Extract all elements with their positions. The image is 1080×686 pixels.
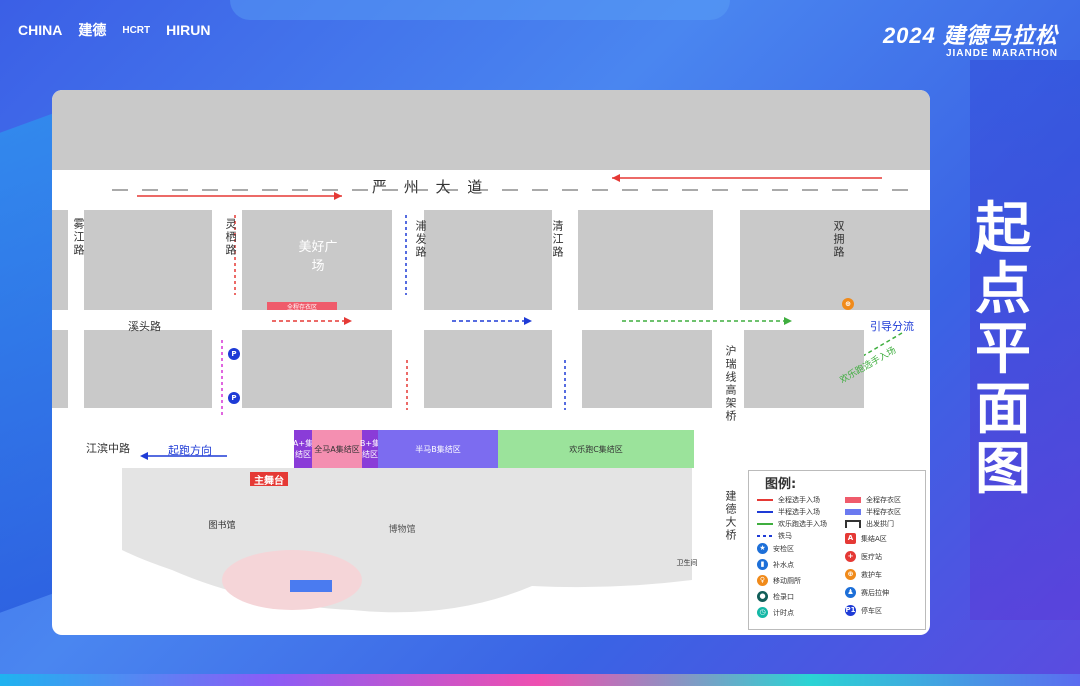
ambulance-legend-icon: ⊕	[845, 569, 856, 580]
zone-fun-c[interactable]: 欢乐跑C集结区	[498, 430, 694, 468]
zone-b-plus[interactable]: B+集结区	[360, 430, 380, 468]
medical-icon: +	[845, 551, 856, 562]
legend-label-16: 赛后拉伸	[861, 588, 889, 597]
legend-label-4: 铁马	[778, 532, 792, 540]
legend-label-7: 移动厕所	[773, 576, 801, 585]
road-jiande-bridge: 建德大桥	[724, 490, 737, 542]
timing-icon: ◷	[757, 607, 768, 618]
block-r2-a	[52, 330, 68, 408]
legend-item-10: 全程存衣区	[845, 495, 901, 505]
security-icon: ★	[757, 543, 768, 554]
legend-label-2: 半程选手入场	[778, 508, 820, 516]
road-lingqi: 灵栖路	[224, 218, 237, 257]
legend-item-17: P1 停车区	[845, 605, 882, 616]
legend-item-4: 铁马	[757, 531, 792, 541]
block-r1-b	[84, 210, 212, 310]
parking-legend-icon: P1	[845, 605, 856, 616]
stretch-icon: ♟	[845, 587, 856, 598]
legend-label-1: 全程选手入场	[778, 496, 820, 504]
legend-item-9: ◷ 计时点	[757, 607, 794, 618]
label-start-direction: 起跑方向	[168, 444, 212, 457]
title-char-1: 起	[975, 197, 1031, 262]
block-r2-b	[84, 330, 212, 408]
road-hurui: 沪瑞线高架桥	[724, 345, 737, 423]
zone-full-a[interactable]: 全马A集结区	[312, 430, 362, 468]
logo-3: HCRT	[122, 24, 151, 36]
logo-2: 建德	[78, 22, 107, 38]
label-museum: 博物馆	[388, 524, 416, 535]
parking-icon-2: P	[228, 392, 240, 404]
legend-label-12: 出发拱门	[866, 520, 894, 528]
title-char-3: 平	[975, 317, 1031, 382]
title-char-4: 面	[975, 377, 1031, 442]
zone-a-plus[interactable]: A+集结区	[293, 430, 313, 468]
legend-label-9: 计时点	[773, 608, 794, 617]
label-guide: 引导分流	[870, 320, 914, 333]
block-r2-e	[582, 330, 712, 408]
label-restroom: 卫生间	[676, 559, 698, 567]
legend-item-2: 半程选手入场	[757, 507, 820, 517]
legend-item-12: 出发拱门	[845, 519, 894, 529]
legend-label-8: 检录口	[773, 592, 794, 601]
legend-label-14: 医疗站	[861, 552, 882, 561]
legend-item-11: 半程存衣区	[845, 507, 901, 517]
block-r2-d	[424, 330, 552, 408]
legend-item-8: ● 检录口	[757, 591, 794, 602]
logo-1: CHINA	[18, 22, 63, 38]
zone-half-b[interactable]: 半马B集结区	[378, 430, 498, 468]
title-char-5: 图	[975, 437, 1031, 502]
sponsor-logos: CHINA 建德 HCRT HIRUN	[18, 20, 210, 40]
legend-item-14: + 医疗站	[845, 551, 882, 562]
legend-label-15: 救护车	[861, 570, 882, 579]
legend-item-6: ▮ 补水点	[757, 559, 794, 570]
block-r1-d	[424, 210, 552, 310]
legend: 图例: 全程选手入场 半程选手入场 欢乐跑选手入场 铁马 ★ 安检区 ▮ 补水点 ♀…	[748, 470, 926, 630]
legend-item-3: 欢乐跑选手入场	[757, 519, 827, 529]
legend-label-6: 补水点	[773, 560, 794, 569]
road-xitou: 溪头路	[128, 320, 161, 333]
legend-label-5: 安检区	[773, 544, 794, 553]
legend-title: 图例:	[765, 477, 797, 492]
assembly-a-icon: A	[845, 533, 856, 544]
logo-4: HIRUN	[166, 22, 211, 38]
label-library: 图书馆	[208, 520, 236, 531]
water-icon: ▮	[757, 559, 768, 570]
toilet-icon: ♀	[757, 575, 768, 586]
block-r1-a	[52, 210, 68, 310]
bottom-stripe	[0, 674, 1080, 686]
legend-item-13: A 集结A区	[845, 533, 887, 544]
legend-label-11: 半程存衣区	[866, 508, 901, 516]
legend-item-15: ⊕ 救护车	[845, 569, 882, 580]
block-r2-c	[242, 330, 392, 408]
road-pufa: 浦发路	[414, 220, 427, 259]
road-wujiang: 雾江路	[72, 218, 85, 257]
decoration-top	[230, 0, 730, 20]
legend-item-1: 全程选手入场	[757, 495, 820, 505]
legend-label-3: 欢乐跑选手入场	[778, 520, 827, 528]
block-r1-e	[578, 210, 713, 310]
legend-item-7: ♀ 移动厕所	[757, 575, 801, 586]
road-meihao: 美好广场	[298, 240, 338, 274]
ambulance-icon: ⊕	[842, 298, 854, 310]
legend-item-5: ★ 安检区	[757, 543, 794, 554]
event-brand: 2024 建德马拉松 JIANDE MARATHON	[883, 18, 1058, 59]
legend-label-10: 全程存衣区	[866, 496, 901, 504]
checkin-icon: ●	[757, 591, 768, 602]
legend-item-16: ♟ 赛后拉伸	[845, 587, 889, 598]
map-panel: 严 州 大 道 雾江路 灵栖路 美好广场 浦发路 清江路 双拥路 溪头路 江滨中…	[52, 90, 930, 635]
road-jiangbin: 江滨中路	[86, 442, 130, 455]
road-qingjiang: 清江路	[551, 220, 564, 259]
brand-title: 2024 建德马拉松	[882, 23, 1058, 48]
road-shuangyong: 双拥路	[832, 220, 845, 259]
title-char-2: 点	[975, 257, 1031, 322]
legend-label-13: 集结A区	[861, 534, 887, 543]
main-stage[interactable]: 主舞台	[250, 472, 288, 487]
page-title: 起 点 平 面 图	[968, 200, 1038, 500]
zone-storage: 全程存衣区	[267, 302, 337, 311]
legend-label-17: 停车区	[861, 606, 882, 615]
parking-icon: P	[228, 348, 240, 360]
